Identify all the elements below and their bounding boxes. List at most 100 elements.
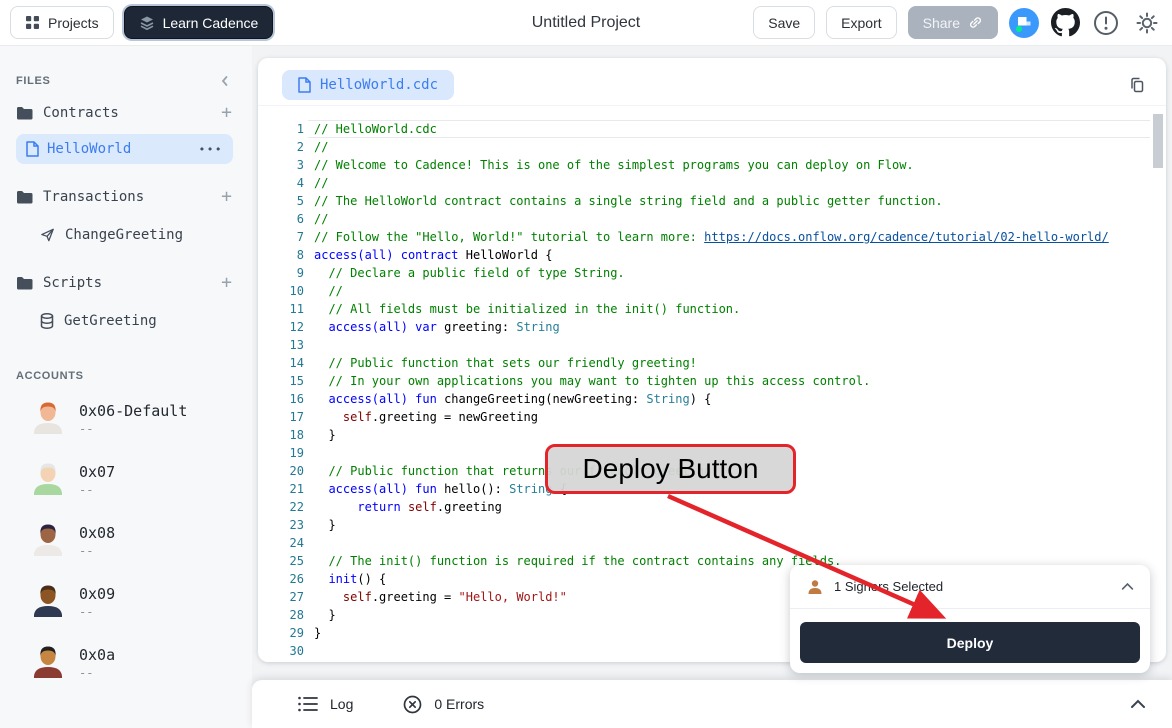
database-icon — [40, 313, 54, 329]
github-button[interactable] — [1050, 8, 1080, 38]
add-contract-button[interactable]: + — [221, 104, 232, 122]
person-icon — [806, 578, 824, 596]
log-tab[interactable]: Log — [298, 696, 353, 712]
project-title: Untitled Project — [532, 14, 641, 32]
avatar — [30, 459, 66, 500]
learn-cadence-label: Learn Cadence — [163, 15, 259, 31]
info-icon — [1093, 10, 1119, 36]
add-transaction-button[interactable]: + — [221, 188, 232, 206]
send-icon — [40, 228, 55, 242]
files-label: FILES — [16, 75, 50, 87]
file-label: GetGreeting — [64, 313, 157, 329]
section-label: Scripts — [43, 275, 102, 291]
account-item-0x0a[interactable]: 0x0a -- — [0, 632, 252, 693]
file-icon — [298, 77, 311, 93]
file-label: HelloWorld — [47, 141, 131, 157]
account-address: 0x06-Default — [79, 402, 187, 420]
header-actions: Save Export Share — [753, 6, 1162, 39]
errors-indicator[interactable]: 0 Errors — [403, 695, 484, 714]
account-item-0x06[interactable]: 0x06-Default -- — [0, 388, 252, 449]
signers-label: 1 Signers Selected — [834, 579, 943, 594]
collapse-sidebar-button[interactable] — [218, 74, 232, 88]
folder-icon — [16, 276, 33, 290]
account-subtitle: -- — [79, 422, 187, 436]
section-label: Transactions — [43, 189, 144, 205]
sun-icon — [1135, 11, 1159, 35]
account-subtitle: -- — [79, 483, 115, 497]
list-icon — [298, 696, 318, 712]
error-circle-icon — [403, 695, 422, 714]
file-options-button[interactable]: ••• — [199, 143, 223, 156]
sidebar-section-scripts[interactable]: Scripts + — [0, 268, 252, 298]
tab-label: HelloWorld.cdc — [320, 77, 438, 93]
account-subtitle: -- — [79, 666, 115, 680]
folder-icon — [16, 106, 33, 120]
file-icon — [26, 141, 39, 157]
deploy-panel: 1 Signers Selected Deploy — [790, 565, 1150, 673]
theme-toggle-button[interactable] — [1132, 8, 1162, 38]
avatar — [30, 520, 66, 561]
sidebar-section-transactions[interactable]: Transactions + — [0, 182, 252, 212]
logbar-collapse-button[interactable] — [1130, 699, 1146, 709]
file-label: ChangeGreeting — [65, 227, 183, 243]
annotation-label: Deploy Button — [583, 453, 759, 485]
projects-label: Projects — [48, 15, 99, 31]
section-label: Contracts — [43, 105, 119, 121]
accounts-label: ACCOUNTS — [16, 370, 84, 382]
account-item-0x07[interactable]: 0x07 -- — [0, 449, 252, 510]
save-label: Save — [768, 15, 800, 31]
accounts-header: ACCOUNTS — [0, 366, 252, 384]
deploy-button[interactable]: Deploy — [800, 622, 1140, 663]
share-button[interactable]: Share — [908, 6, 998, 39]
account-item-0x08[interactable]: 0x08 -- — [0, 510, 252, 571]
folder-icon — [16, 190, 33, 204]
account-address: 0x08 — [79, 524, 115, 542]
grid-icon — [25, 15, 40, 30]
add-script-button[interactable]: + — [221, 274, 232, 292]
cadence-icon — [139, 15, 155, 31]
avatar — [30, 398, 66, 439]
flow-logo-button[interactable] — [1009, 8, 1039, 38]
sidebar-item-changegreeting[interactable]: ChangeGreeting — [0, 220, 252, 250]
log-label: Log — [330, 696, 353, 712]
save-button[interactable]: Save — [753, 6, 815, 39]
annotation-deploy-button-callout: Deploy Button — [545, 444, 796, 494]
editor-scrollbar-thumb[interactable] — [1153, 114, 1163, 168]
chevron-left-icon — [218, 74, 232, 88]
editor-tab-bar: HelloWorld.cdc — [258, 58, 1166, 106]
github-icon — [1051, 8, 1080, 37]
accounts-list: 0x06-Default -- 0x07 -- 0x08 -- 0x09 -- 0x0a… — [0, 388, 252, 693]
top-bar: Projects Learn Cadence Untitled Project … — [0, 0, 1172, 46]
link-icon — [968, 15, 983, 30]
signers-collapse-button[interactable] — [1121, 582, 1134, 591]
account-address: 0x09 — [79, 585, 115, 603]
signers-header[interactable]: 1 Signers Selected — [790, 565, 1150, 609]
chevron-up-icon — [1130, 699, 1146, 709]
copy-code-button[interactable] — [1122, 70, 1152, 100]
account-address: 0x07 — [79, 463, 115, 481]
learn-cadence-button[interactable]: Learn Cadence — [124, 6, 274, 39]
info-button[interactable] — [1091, 8, 1121, 38]
file-explorer-sidebar: FILES Contracts + HelloWorld ••• Transac… — [0, 46, 252, 728]
sidebar-item-helloworld[interactable]: HelloWorld ••• — [16, 134, 233, 164]
files-header: FILES — [0, 74, 252, 88]
flow-logo-icon — [1009, 8, 1039, 38]
tab-helloworld-cdc[interactable]: HelloWorld.cdc — [282, 70, 454, 100]
line-numbers: 1234567891011121314151617181920212223242… — [258, 120, 304, 660]
chevron-up-icon — [1121, 582, 1134, 591]
avatar — [30, 581, 66, 622]
account-subtitle: -- — [79, 605, 115, 619]
errors-label: 0 Errors — [434, 696, 484, 712]
projects-button[interactable]: Projects — [10, 6, 114, 39]
account-subtitle: -- — [79, 544, 115, 558]
copy-icon — [1128, 76, 1146, 94]
account-item-0x09[interactable]: 0x09 -- — [0, 571, 252, 632]
sidebar-item-getgreeting[interactable]: GetGreeting — [0, 306, 252, 336]
deploy-button-wrap: Deploy — [790, 609, 1150, 673]
export-label: Export — [841, 15, 881, 31]
sidebar-section-contracts[interactable]: Contracts + — [0, 98, 252, 128]
export-button[interactable]: Export — [826, 6, 896, 39]
account-address: 0x0a — [79, 646, 115, 664]
log-bar: Log 0 Errors — [252, 680, 1172, 728]
share-label: Share — [923, 15, 960, 31]
